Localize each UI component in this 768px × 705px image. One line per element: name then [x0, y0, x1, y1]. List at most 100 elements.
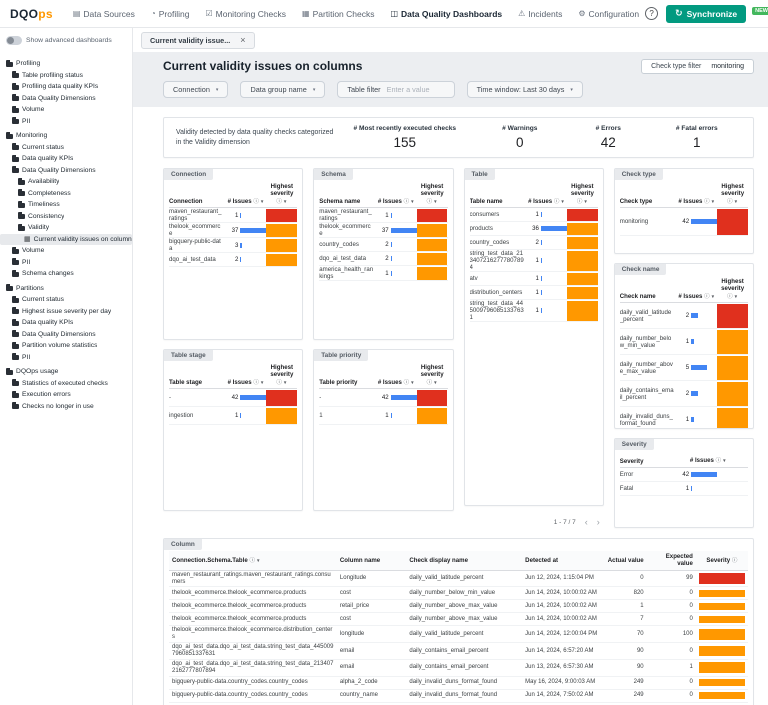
- panel-row[interactable]: bigquery-public-data 3: [169, 238, 298, 254]
- sidebar-item[interactable]: Table profiling status: [0, 70, 132, 82]
- advanced-dashboards-toggle[interactable]: Show advanced dashboards: [0, 33, 132, 55]
- sidebar-item[interactable]: Consistency: [0, 211, 132, 223]
- navbar-item[interactable]: ▦ Partition Checks: [302, 9, 374, 19]
- column-table-row[interactable]: thelook_ecommerce.thelook_ecommerce.dist…: [169, 626, 748, 644]
- column-table-row[interactable]: maven_restaurant_ratings.maven_restauran…: [169, 571, 748, 588]
- sort-desc-icon[interactable]: ▼: [283, 199, 287, 204]
- sidebar-item[interactable]: DQOps usage: [0, 366, 132, 378]
- sidebar-item[interactable]: Data quality KPIs: [0, 153, 132, 165]
- sidebar-item[interactable]: Highest issue severity per day: [0, 306, 132, 318]
- synchronize-button[interactable]: ↻ Synchronize: [666, 4, 747, 23]
- sidebar-item[interactable]: Data quality KPIs: [0, 317, 132, 329]
- time-window-dropdown[interactable]: Time window: Last 30 days ▾: [466, 81, 583, 98]
- panel-row[interactable]: - 42: [169, 389, 298, 408]
- sort-desc-icon[interactable]: ▼: [711, 294, 715, 299]
- panel-row[interactable]: daily_number_below_min_value 1: [619, 329, 748, 356]
- sort-desc-icon[interactable]: ▼: [433, 199, 437, 204]
- panel-row[interactable]: Error 42: [619, 468, 748, 482]
- sort-desc-icon[interactable]: ▼: [433, 380, 437, 385]
- panel-row[interactable]: 1 1: [319, 407, 448, 426]
- navbar-item[interactable]: ⚠ Incidents: [518, 9, 562, 19]
- navbar-item[interactable]: ⚙ Configuration: [578, 9, 639, 19]
- sort-desc-icon[interactable]: ▼: [734, 199, 738, 204]
- panel-row[interactable]: daily_contains_email_percent 2: [619, 381, 748, 408]
- sidebar-item[interactable]: Data Quality Dimensions: [0, 329, 132, 341]
- sidebar-item[interactable]: Statistics of executed checks: [0, 378, 132, 390]
- sidebar-item[interactable]: Schema changes: [0, 268, 132, 280]
- column-table-row[interactable]: thelook_ecommerce.thelook_ecommerce.prod…: [169, 587, 748, 601]
- panel-row[interactable]: daily_number_above_max_value 5: [619, 355, 748, 382]
- connection-filter-dropdown[interactable]: Connection ▾: [163, 81, 229, 98]
- sidebar-item[interactable]: Partition volume statistics: [0, 340, 132, 352]
- help-icon[interactable]: ?: [645, 7, 659, 20]
- sidebar-item[interactable]: Volume: [0, 245, 132, 257]
- toggle-switch-icon[interactable]: [6, 36, 22, 45]
- column-table-row[interactable]: thelook_ecommerce.thelook_ecommerce.prod…: [169, 613, 748, 627]
- sidebar-item[interactable]: Volume: [0, 104, 132, 116]
- panel-row[interactable]: maven_restaurant_ratings 1: [319, 208, 448, 224]
- panel-row[interactable]: string_test_data_2134072162777807894 1: [469, 250, 598, 273]
- sidebar-item[interactable]: Checks no longer in use: [0, 401, 132, 413]
- column-table-row[interactable]: dqo_ai_test_data.dqo_ai_test_data.string…: [169, 660, 748, 677]
- panel-row[interactable]: - 42: [319, 389, 448, 408]
- sort-desc-icon[interactable]: ▼: [410, 199, 414, 204]
- panel-row[interactable]: dqo_ai_test_data 2: [319, 252, 448, 267]
- sort-desc-icon[interactable]: ▼: [734, 294, 738, 299]
- panel-row[interactable]: string_test_data_4450097960851337631 1: [469, 300, 598, 323]
- sidebar-item[interactable]: Data Quality Dimensions: [0, 165, 132, 177]
- check-type-filter-button[interactable]: Check type filter monitoring: [641, 59, 754, 74]
- sidebar-item[interactable]: Profiling data quality KPIs: [0, 81, 132, 93]
- panel-row[interactable]: atv 1: [469, 272, 598, 287]
- close-icon[interactable]: ×: [240, 35, 245, 45]
- sidebar-item[interactable]: PII: [0, 352, 132, 364]
- sidebar-item[interactable]: Validity: [0, 222, 132, 234]
- panel-row[interactable]: distribution_centers 1: [469, 286, 598, 301]
- panel-row[interactable]: thelook_ecommerce 37: [319, 223, 448, 239]
- panel-row[interactable]: daily_valid_latitude_percent 2: [619, 303, 748, 330]
- column-table-row[interactable]: thelook_ecommerce.thelook_ecommerce.prod…: [169, 600, 748, 614]
- sidebar-item[interactable]: Availability: [0, 176, 132, 188]
- sort-desc-icon[interactable]: ▼: [711, 199, 715, 204]
- panel-row[interactable]: maven_restaurant_ratings 1: [169, 208, 298, 224]
- panel-row[interactable]: dqo_ai_test_data 2: [169, 253, 298, 268]
- sidebar-item[interactable]: PII: [0, 116, 132, 128]
- dqops-logo[interactable]: DQOps: [10, 7, 53, 21]
- sort-desc-icon[interactable]: ▼: [410, 380, 414, 385]
- sidebar-item[interactable]: Current status: [0, 294, 132, 306]
- panel-row[interactable]: consumers 1: [469, 208, 598, 223]
- sidebar-item[interactable]: Profiling: [0, 58, 132, 70]
- column-table-row[interactable]: bigquery-public-data.country_codes.count…: [169, 677, 748, 690]
- sort-desc-icon[interactable]: ▼: [256, 558, 260, 563]
- page-prev-icon[interactable]: ‹: [585, 518, 588, 527]
- column-table-row[interactable]: dqo_ai_test_data.dqo_ai_test_data.string…: [169, 643, 748, 660]
- data-group-filter-dropdown[interactable]: Data group name ▾: [240, 81, 326, 98]
- sidebar-item[interactable]: Partitions: [0, 283, 132, 295]
- navbar-item[interactable]: ◔ Profiling: [151, 9, 190, 19]
- panel-row[interactable]: products 36: [469, 222, 598, 237]
- panel-row[interactable]: thelook_ecommerce 37: [169, 223, 298, 239]
- panel-row[interactable]: ingestion 1: [169, 407, 298, 426]
- panel-row[interactable]: country_codes 2: [319, 238, 448, 253]
- sidebar-item[interactable]: Completeness: [0, 188, 132, 200]
- table-filter-control[interactable]: Table filter: [337, 81, 455, 98]
- column-table-row[interactable]: bigquery-public-data.country_codes.count…: [169, 690, 748, 703]
- panel-row[interactable]: america_health_rankings 1: [319, 266, 448, 282]
- sidebar-item[interactable]: Monitoring: [0, 130, 132, 142]
- sort-desc-icon[interactable]: ▼: [560, 199, 564, 204]
- sidebar-item[interactable]: ▦ Current validity issues on columns: [0, 233, 132, 245]
- sort-desc-icon[interactable]: ▼: [283, 380, 287, 385]
- panel-row[interactable]: Fatal 1: [619, 482, 748, 496]
- navbar-item[interactable]: ☑ Monitoring Checks: [205, 9, 286, 19]
- panel-row[interactable]: monitoring 42: [619, 208, 748, 237]
- sidebar-item[interactable]: Execution errors: [0, 389, 132, 401]
- sidebar-item[interactable]: Current status: [0, 142, 132, 154]
- sidebar-item[interactable]: PII: [0, 257, 132, 269]
- sidebar-item[interactable]: Timeliness: [0, 199, 132, 211]
- panel-row[interactable]: daily_invalid_duns_format_found 1: [620, 407, 748, 428]
- navbar-item[interactable]: ◫ Data Quality Dashboards: [390, 9, 502, 19]
- sort-desc-icon[interactable]: ▼: [583, 199, 587, 204]
- sidebar-item[interactable]: Data Quality Dimensions: [0, 93, 132, 105]
- sort-desc-icon[interactable]: ▼: [722, 458, 726, 463]
- navbar-item[interactable]: ▤ Data Sources: [73, 9, 135, 19]
- panel-row[interactable]: country_codes 2: [469, 236, 598, 251]
